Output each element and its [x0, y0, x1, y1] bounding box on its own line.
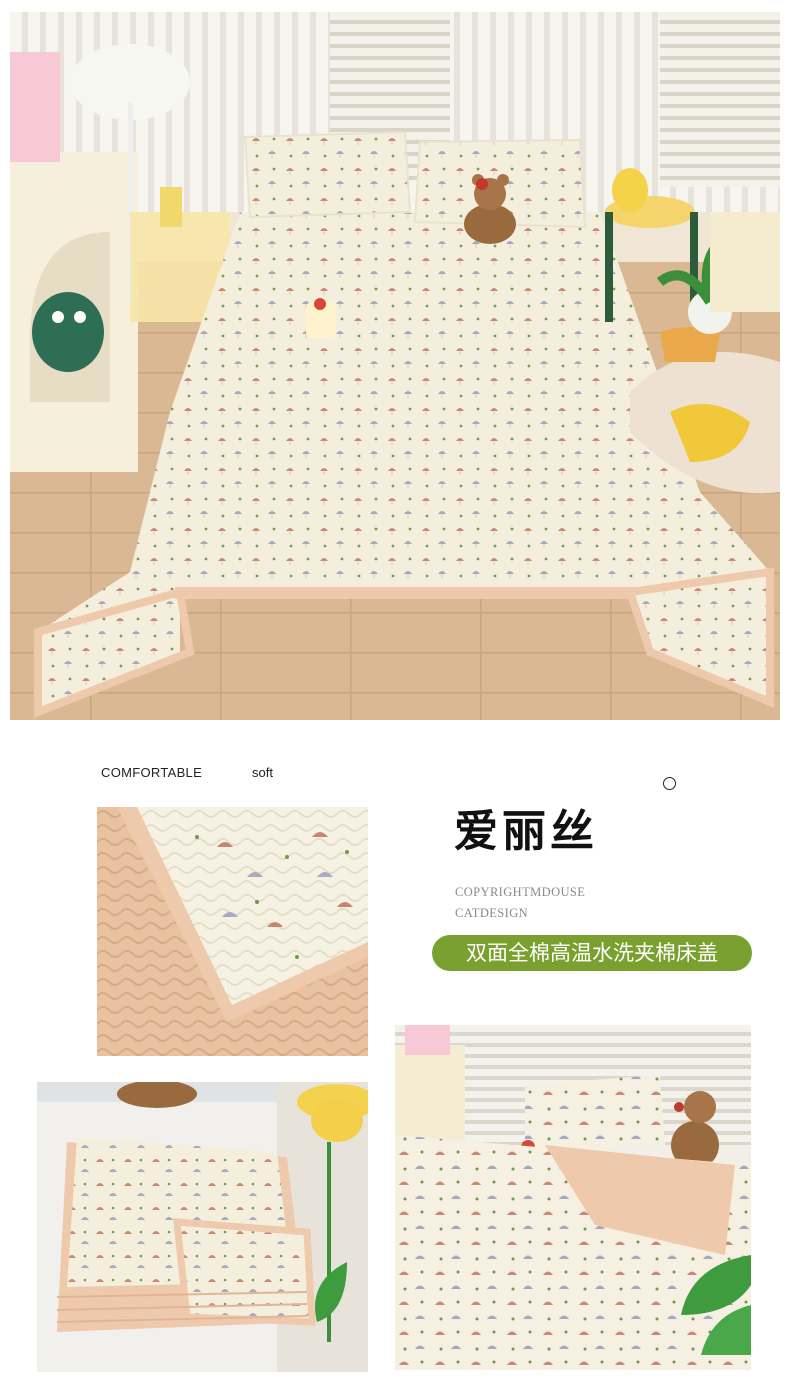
- copyright-line-2: CATDESIGN: [455, 906, 529, 920]
- circle-decoration-icon: [663, 777, 676, 790]
- product-tagline-badge: 双面全棉高温水洗夹棉床盖: [432, 935, 752, 971]
- hero-bedroom-photo: [10, 12, 780, 720]
- folded-quilt-photo: [37, 1082, 368, 1372]
- copyright-line-1: COPYRIGHTMDOUSE: [455, 885, 586, 899]
- product-name: 爱丽丝: [454, 806, 598, 857]
- comfortable-label: COMFORTABLE: [101, 765, 203, 780]
- soft-label: soft: [252, 765, 273, 780]
- quilt-corner-closeup-photo: [97, 807, 368, 1056]
- bed-with-bear-photo: [395, 1025, 751, 1370]
- copyright-text: COPYRIGHTMDOUSE CATDESIGN: [455, 882, 585, 924]
